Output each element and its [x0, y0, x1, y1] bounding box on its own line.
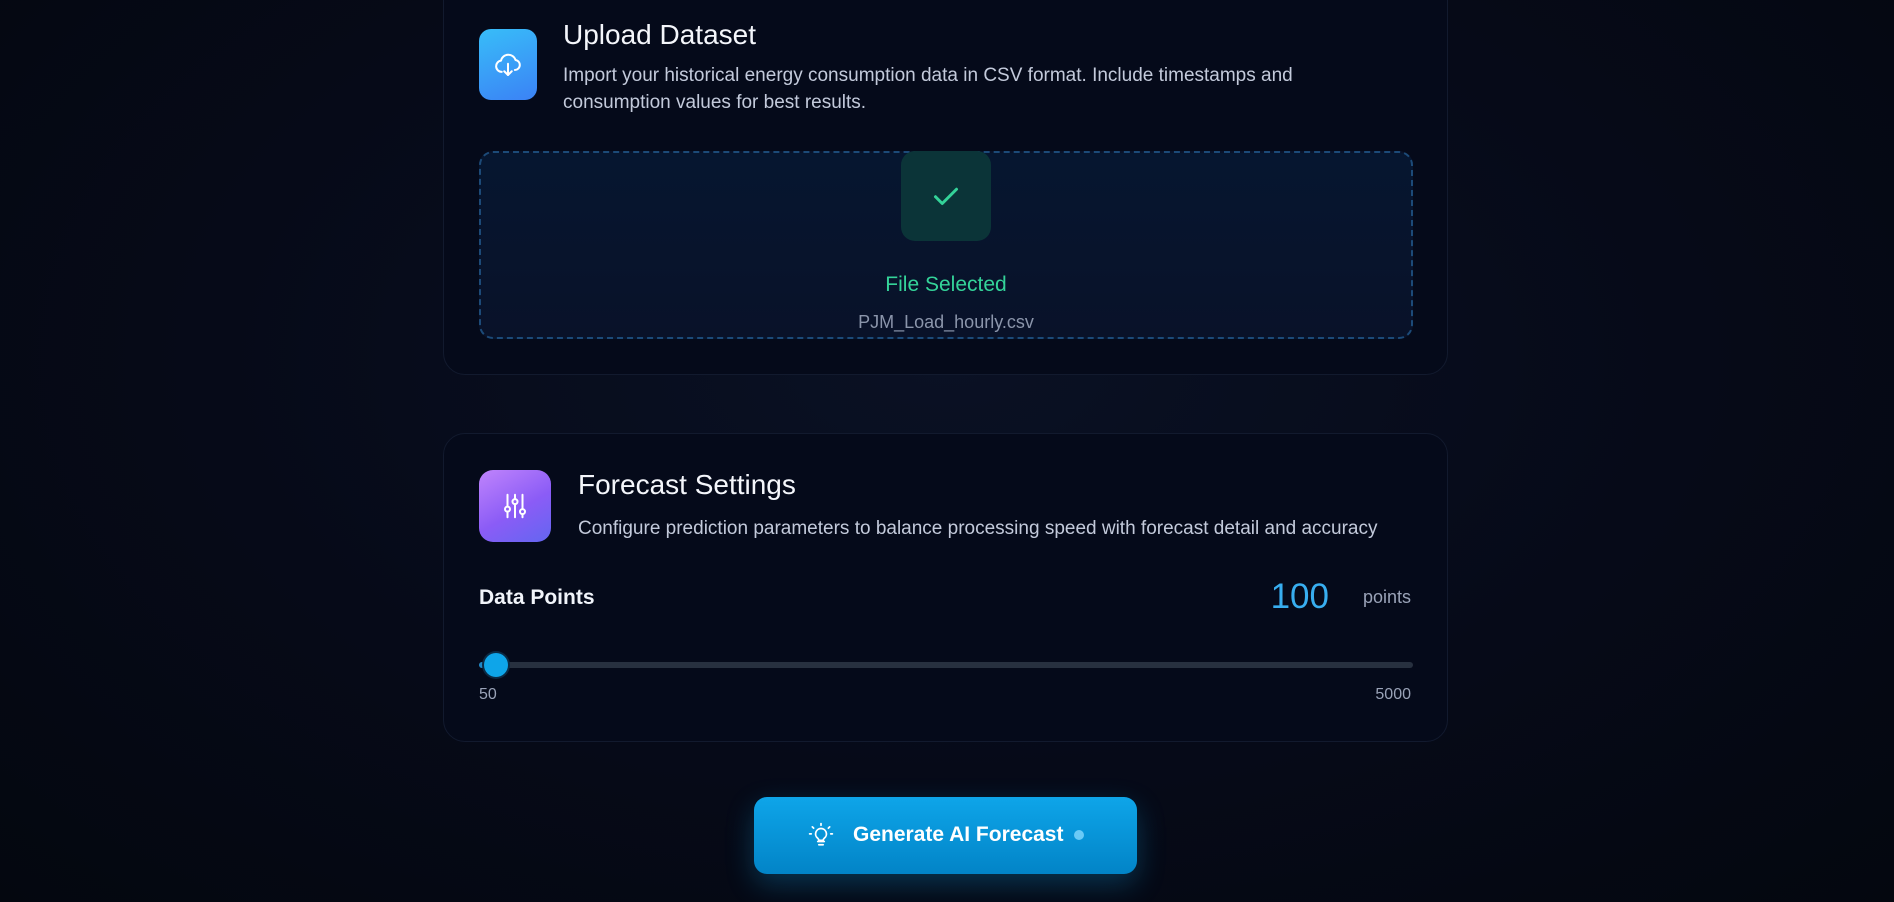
data-points-label: Data Points	[479, 586, 595, 609]
upload-card-title: Upload Dataset	[563, 19, 757, 50]
check-icon	[901, 151, 991, 241]
generate-forecast-button[interactable]: Generate AI Forecast	[754, 797, 1137, 874]
file-dropzone[interactable]: File Selected PJM_Load_hourly.csv	[479, 151, 1413, 339]
slider-thumb[interactable]	[484, 653, 509, 677]
upload-card-description: Import your historical energy consumptio…	[563, 65, 1293, 113]
sliders-icon	[479, 470, 551, 542]
data-points-unit: points	[1362, 587, 1411, 607]
status-dot	[1074, 830, 1084, 840]
data-points-value: 100	[1270, 577, 1329, 616]
settings-card-description: Configure prediction parameters to balan…	[578, 518, 1378, 539]
forecast-settings-card: Forecast Settings Configure prediction p…	[443, 433, 1448, 742]
slider-min-label: 50	[479, 686, 497, 703]
settings-card-title: Forecast Settings	[578, 469, 796, 500]
generate-button-label: Generate AI Forecast	[853, 823, 1064, 846]
slider-max-label: 5000	[1375, 686, 1411, 703]
data-points-slider[interactable]	[479, 653, 1413, 677]
file-selected-status: File Selected	[885, 273, 1007, 296]
cloud-download-icon	[479, 29, 537, 100]
lightbulb-icon	[808, 822, 834, 846]
upload-dataset-card: Upload Dataset Import your historical en…	[443, 0, 1448, 375]
selected-file-name: PJM_Load_hourly.csv	[858, 312, 1034, 332]
